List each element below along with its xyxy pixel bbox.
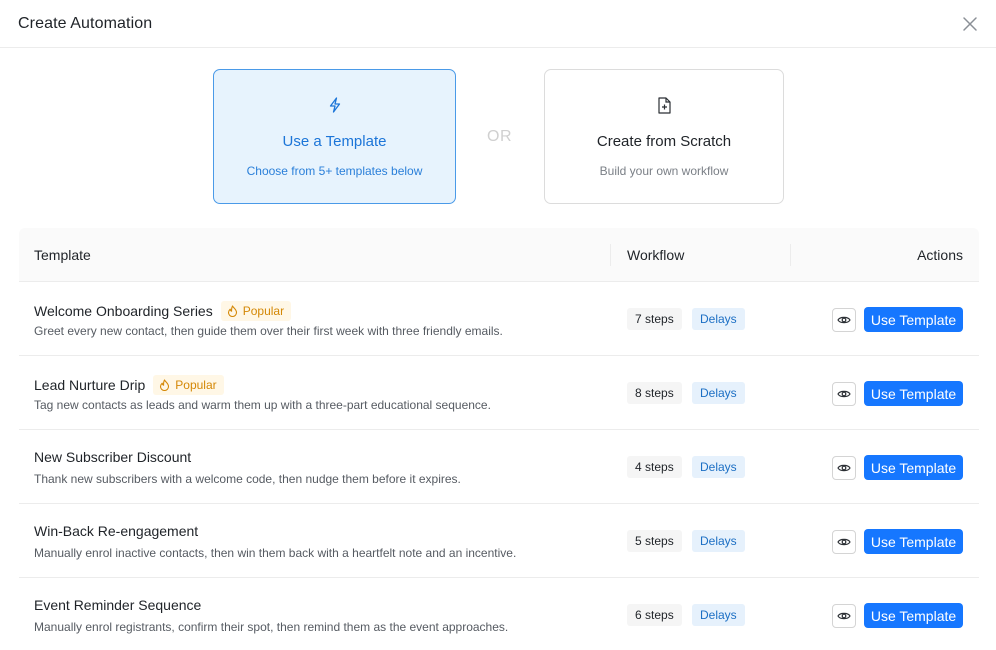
delays-tag: Delays <box>692 604 745 626</box>
template-name: Welcome Onboarding Series <box>34 303 213 319</box>
use-template-option[interactable]: Use a Template Choose from 5+ templates … <box>213 69 456 204</box>
preview-button[interactable] <box>832 308 856 332</box>
file-plus-icon <box>657 96 671 114</box>
table-row: Lead Nurture Drip Popular Tag new contac… <box>19 356 979 430</box>
eye-icon <box>837 464 851 472</box>
delays-tag: Delays <box>692 530 745 552</box>
create-from-scratch-subtitle: Build your own workflow <box>599 164 729 178</box>
steps-count: 7 steps <box>627 308 682 330</box>
table-body: Welcome Onboarding Series Popular Greet … <box>19 282 979 650</box>
column-divider <box>790 244 791 266</box>
flame-icon <box>227 305 237 317</box>
steps-count: 6 steps <box>627 604 682 626</box>
eye-icon <box>837 390 851 398</box>
column-header-workflow: Workflow <box>627 247 685 263</box>
eye-icon <box>837 316 851 324</box>
table-header: Template Workflow Actions <box>19 228 979 282</box>
preview-button[interactable] <box>832 604 856 628</box>
use-template-title: Use a Template <box>282 133 387 150</box>
preview-button[interactable] <box>832 382 856 406</box>
use-template-button[interactable]: Use Template <box>864 455 963 480</box>
use-template-button[interactable]: Use Template <box>864 603 963 628</box>
close-button[interactable] <box>960 14 980 34</box>
delays-tag: Delays <box>692 308 745 330</box>
use-template-button[interactable]: Use Template <box>864 307 963 332</box>
templates-table: Template Workflow Actions Welcome Onboar… <box>19 228 979 650</box>
popular-badge: Popular <box>220 301 292 321</box>
close-icon <box>963 17 977 31</box>
flame-icon <box>160 379 170 391</box>
template-name: New Subscriber Discount <box>34 449 192 465</box>
steps-count: 8 steps <box>627 382 682 404</box>
preview-button[interactable] <box>832 456 856 480</box>
modal-header: Create Automation <box>0 0 996 48</box>
steps-count: 4 steps <box>627 456 682 478</box>
template-description: Thank new subscribers with a welcome cod… <box>34 472 461 486</box>
table-row: Event Reminder Sequence Manually enrol r… <box>19 578 979 650</box>
use-template-button[interactable]: Use Template <box>864 529 963 554</box>
create-automation-modal: Create Automation Use a Template Choose … <box>0 0 996 650</box>
table-row: Win-Back Re-engagement Manually enrol in… <box>19 504 979 578</box>
create-from-scratch-title: Create from Scratch <box>596 133 732 150</box>
delays-tag: Delays <box>692 382 745 404</box>
eye-icon <box>837 612 851 620</box>
popular-badge: Popular <box>153 375 224 395</box>
popular-label: Popular <box>242 304 285 318</box>
template-description: Manually enrol inactive contacts, then w… <box>34 546 517 560</box>
template-description: Tag new contacts as leads and warm them … <box>34 398 491 412</box>
template-description: Manually enrol registrants, confirm thei… <box>34 620 509 634</box>
column-header-actions: Actions <box>917 247 963 263</box>
use-template-button[interactable]: Use Template <box>864 381 963 406</box>
table-row: New Subscriber Discount Thank new subscr… <box>19 430 979 504</box>
delays-tag: Delays <box>692 456 745 478</box>
lightning-icon <box>328 96 342 114</box>
column-divider <box>610 244 611 266</box>
eye-icon <box>837 538 851 546</box>
use-template-subtitle: Choose from 5+ templates below <box>246 164 423 178</box>
modal-title: Create Automation <box>18 14 153 32</box>
create-from-scratch-option[interactable]: Create from Scratch Build your own workf… <box>544 69 784 204</box>
template-name: Lead Nurture Drip <box>34 377 146 393</box>
template-description: Greet every new contact, then guide them… <box>34 324 503 338</box>
column-header-template: Template <box>34 247 91 263</box>
template-name: Win-Back Re-engagement <box>34 523 199 539</box>
template-name: Event Reminder Sequence <box>34 597 202 613</box>
steps-count: 5 steps <box>627 530 682 552</box>
or-divider-label: OR <box>487 128 512 145</box>
popular-label: Popular <box>175 378 217 392</box>
table-row: Welcome Onboarding Series Popular Greet … <box>19 282 979 356</box>
preview-button[interactable] <box>832 530 856 554</box>
